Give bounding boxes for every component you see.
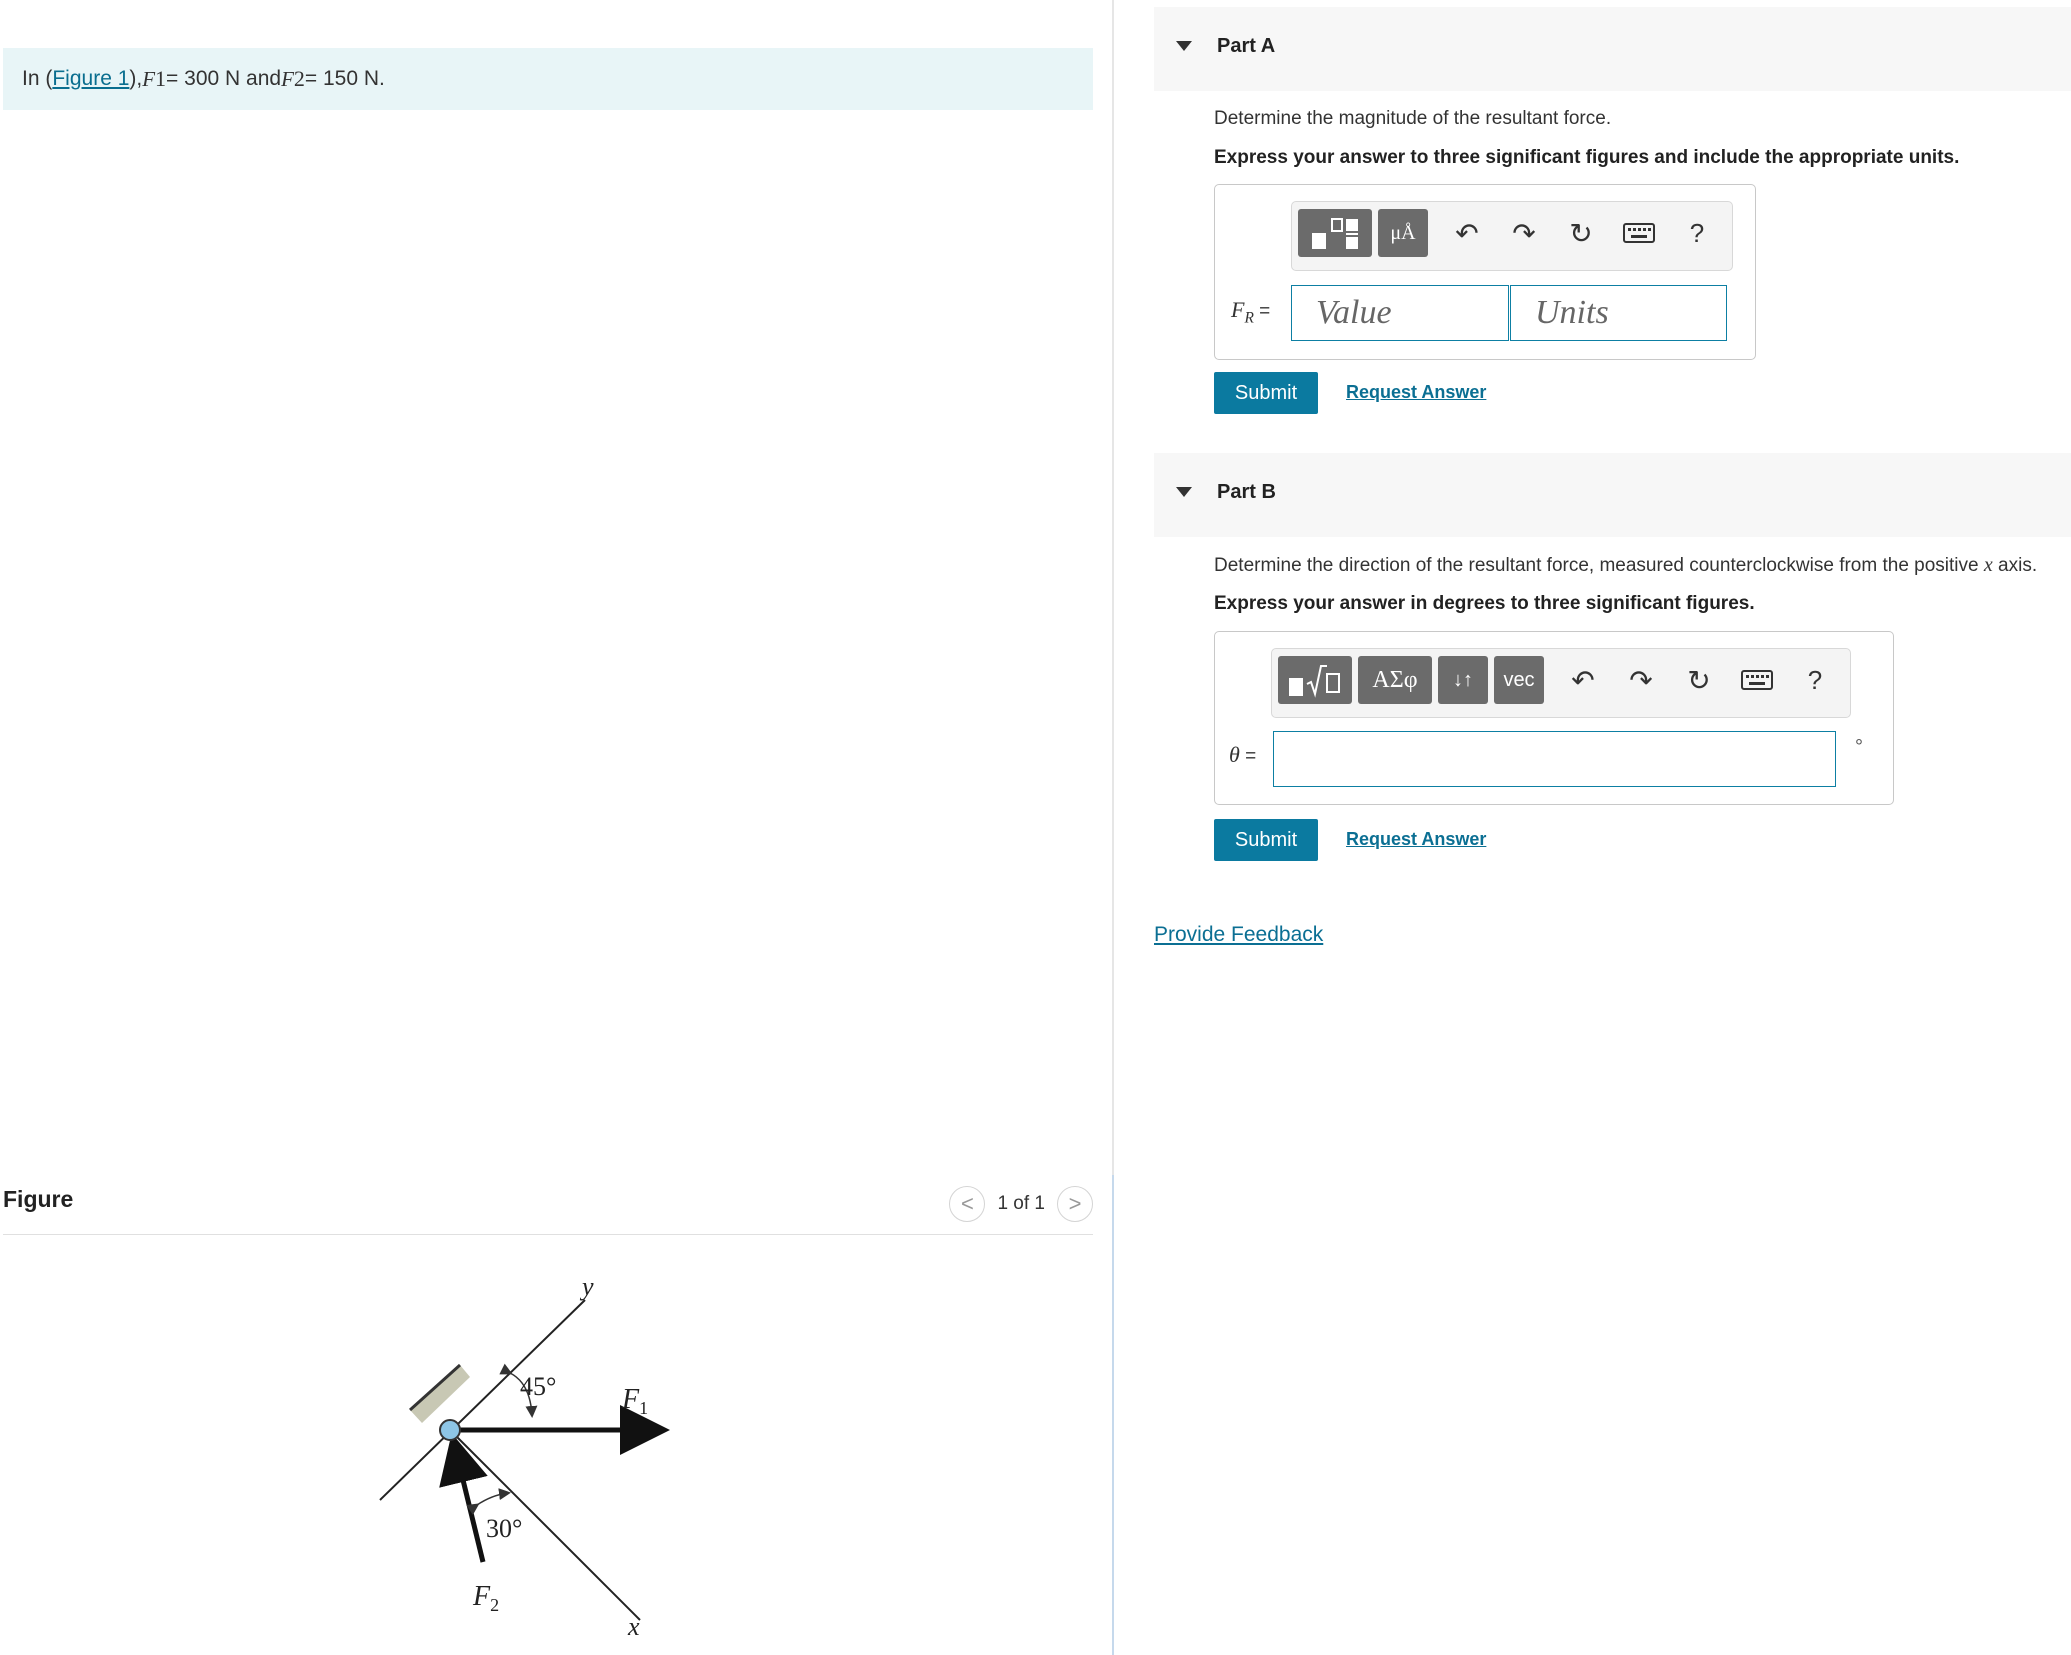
undo-icon[interactable]: ↶ xyxy=(1450,216,1484,250)
part-b-toolbar: ΑΣφ ↓↑ vec ↶ ↷ ↻ ? xyxy=(1271,648,1851,718)
f2-arrow xyxy=(439,1433,488,1563)
angle-30-arc xyxy=(466,1488,511,1515)
redo-icon[interactable]: ↷ xyxy=(1507,216,1541,250)
part-b-prompt-var: x xyxy=(1983,554,1993,576)
greek-symbols-button[interactable]: ΑΣφ xyxy=(1358,656,1432,704)
part-b-answer-box: ΑΣφ ↓↑ vec ↶ ↷ ↻ ? θ = ° xyxy=(1214,631,1894,805)
part-a-label: Part A xyxy=(1217,35,1276,57)
part-b-prompt-start: Determine the direction of the resultant… xyxy=(1214,555,1984,576)
sqrt-template-icon xyxy=(1289,665,1340,698)
keyboard-icon[interactable] xyxy=(1622,216,1656,250)
f1-symbol: F xyxy=(142,66,156,91)
prev-figure-button[interactable]: < xyxy=(949,1186,986,1222)
chevron-left-icon: < xyxy=(961,1191,974,1216)
part-a-request-answer-link[interactable]: Request Answer xyxy=(1346,382,1486,403)
part-a-prompt: Determine the magnitude of the resultant… xyxy=(1214,108,1612,129)
greek-symbols-label: ΑΣφ xyxy=(1372,666,1418,693)
problem-pane: In ( Figure 1 ), F1 = 300 N and F2 = 150… xyxy=(0,0,1112,1655)
provide-feedback-link[interactable]: Provide Feedback xyxy=(1154,923,1323,947)
answer-pane: Part A Determine the magnitude of the re… xyxy=(1114,0,2071,1655)
angle-30-label: 30° xyxy=(486,1514,522,1543)
reset-icon[interactable]: ↻ xyxy=(1564,216,1598,250)
help-icon[interactable]: ? xyxy=(1798,663,1832,697)
f1-label-symbol: F xyxy=(621,1384,640,1415)
degree-unit: ° xyxy=(1855,736,1863,758)
part-b-header[interactable]: Part B xyxy=(1154,453,2071,537)
theta-label: θ = xyxy=(1229,742,1256,768)
figure-link[interactable]: Figure 1 xyxy=(52,67,129,91)
reset-icon[interactable]: ↻ xyxy=(1682,663,1716,697)
vector-button[interactable]: vec xyxy=(1494,656,1544,704)
part-a-header[interactable]: Part A xyxy=(1154,7,2071,91)
part-b-instruction: Express your answer in degrees to three … xyxy=(1214,593,1755,614)
units-button[interactable]: μÅ xyxy=(1378,209,1428,257)
part-a-instruction: Express your answer to three significant… xyxy=(1214,147,1960,168)
caret-down-icon xyxy=(1176,487,1192,497)
figure-page-count: 1 of 1 xyxy=(997,1193,1045,1214)
f2-label-sub: 2 xyxy=(490,1595,499,1615)
f2-sub: 2 xyxy=(293,66,305,91)
f1-label: F1 xyxy=(621,1384,648,1418)
redo-icon[interactable]: ↷ xyxy=(1624,663,1658,697)
part-b-prompt: Determine the direction of the resultant… xyxy=(1214,554,2037,577)
f1-value: = 300 N and xyxy=(166,67,282,90)
part-b-request-answer-link[interactable]: Request Answer xyxy=(1346,829,1486,850)
angle-input[interactable] xyxy=(1273,731,1836,787)
keyboard-icon[interactable] xyxy=(1740,663,1774,697)
force-diagram: y x 45° 30° F1 F2 xyxy=(379,1272,670,1635)
value-input[interactable]: Value xyxy=(1291,285,1509,341)
wall-support xyxy=(408,1363,470,1423)
figure-title: Figure xyxy=(3,1186,74,1212)
part-a-submit-button[interactable]: Submit xyxy=(1214,372,1318,414)
fr-equals: = xyxy=(1253,301,1271,322)
x-axis-label: x xyxy=(627,1612,640,1635)
radical-template-button[interactable] xyxy=(1278,656,1352,704)
fr-symbol: F xyxy=(1231,297,1245,322)
f1-label-sub: 1 xyxy=(639,1398,648,1418)
fr-label: FR = xyxy=(1231,297,1270,327)
problem-statement: In ( Figure 1 ), F1 = 300 N and F2 = 150… xyxy=(3,48,1093,110)
part-a-toolbar: μÅ ↶ ↷ ↻ ? xyxy=(1291,201,1733,271)
f2-label: F2 xyxy=(472,1581,499,1615)
part-b-submit-button[interactable]: Submit xyxy=(1214,819,1318,861)
arrows-button[interactable]: ↓↑ xyxy=(1438,656,1488,704)
caret-down-icon xyxy=(1176,41,1192,51)
intro-prefix: In ( xyxy=(22,67,53,90)
units-button-label: μÅ xyxy=(1390,221,1416,244)
theta-equals: = xyxy=(1239,746,1257,767)
f2-symbol: F xyxy=(281,66,294,91)
help-icon[interactable]: ? xyxy=(1680,216,1714,250)
next-figure-button[interactable]: > xyxy=(1057,1186,1093,1222)
fraction-template-icon xyxy=(1312,218,1358,249)
arrows-label: ↓↑ xyxy=(1453,668,1473,691)
part-b-label: Part B xyxy=(1217,481,1276,503)
part-b-prompt-end: axis. xyxy=(1992,555,2038,576)
angle-45-label: 45° xyxy=(520,1372,556,1401)
intro-suffix: ), xyxy=(129,67,143,90)
part-a-answer-box: μÅ ↶ ↷ ↻ ? FR = Value Units xyxy=(1214,184,1756,360)
f2-value: = 150 N. xyxy=(304,67,385,90)
y-axis-label: y xyxy=(579,1272,594,1301)
undo-icon[interactable]: ↶ xyxy=(1566,663,1600,697)
units-input[interactable]: Units xyxy=(1510,285,1727,341)
figure-pager: < 1 of 1 > xyxy=(949,1186,1093,1222)
templates-button[interactable] xyxy=(1298,209,1372,257)
pin-joint xyxy=(439,1419,461,1441)
f2-label-symbol: F xyxy=(472,1581,491,1612)
fr-sub: R xyxy=(1244,309,1254,327)
theta-symbol: θ xyxy=(1229,742,1240,767)
f1-sub: 1 xyxy=(155,66,167,91)
figure-header: Figure < 1 of 1 > xyxy=(3,1182,1093,1235)
chevron-right-icon: > xyxy=(1068,1191,1082,1216)
vector-label: vec xyxy=(1503,668,1535,691)
